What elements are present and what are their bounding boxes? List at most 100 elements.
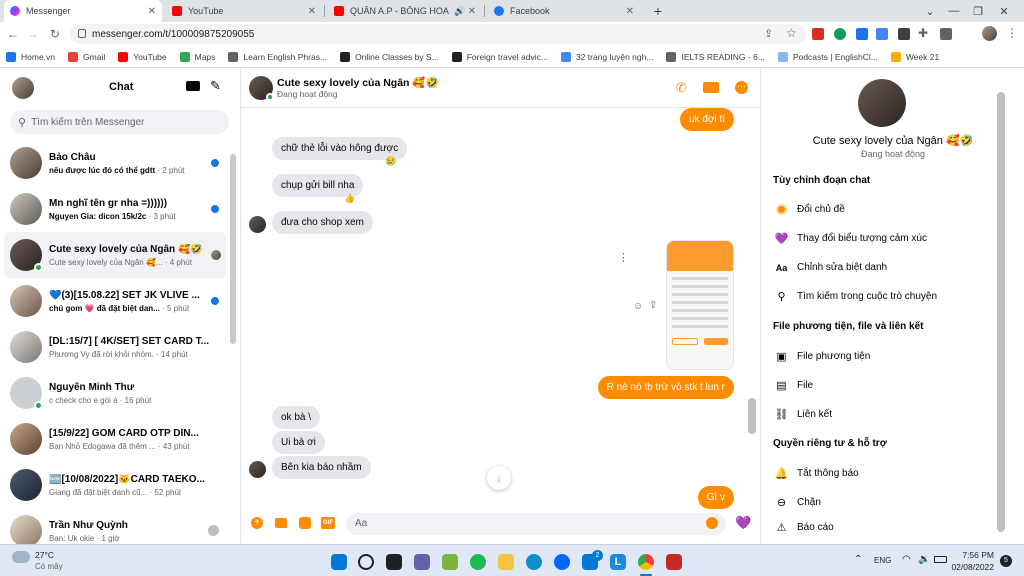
bookmark-item[interactable]: Foreign travel advic... — [451, 51, 548, 62]
message-incoming[interactable]: Bên kia báo nhầm — [272, 456, 371, 479]
conversation-item[interactable]: 🆕[10/08/2022]🐱CARD TAEKO... Giang đã đặt… — [4, 462, 226, 508]
start-icon[interactable] — [331, 554, 347, 570]
files-item[interactable]: ▤ File — [775, 379, 813, 392]
weather-cloud-icon[interactable] — [12, 551, 30, 563]
clock-time[interactable]: 7:56 PM — [950, 550, 994, 560]
tab-messenger[interactable]: Messenger ✕ — [4, 0, 162, 22]
conversation-item[interactable]: Bảo Châu nếu được lúc đó có thể gdtt · 2… — [4, 140, 226, 186]
react-icon[interactable]: ☺ — [633, 301, 643, 312]
clock-date[interactable]: 02/08/2022 — [946, 562, 994, 572]
profile-avatar[interactable] — [982, 26, 997, 41]
chrome-icon[interactable] — [638, 554, 654, 570]
report-item[interactable]: ⚠ Báo cáo — [775, 521, 834, 534]
bookmark-item[interactable]: 32 trang luyện ngh... — [560, 51, 653, 62]
file-explorer-icon[interactable] — [498, 554, 514, 570]
message-incoming[interactable]: ok bà \ — [272, 406, 321, 429]
scroll-down-button[interactable]: ↓ — [487, 466, 511, 490]
extension-icon[interactable] — [856, 28, 868, 40]
close-window-button[interactable]: ✕ — [994, 2, 1014, 20]
minimize-button[interactable]: — — [944, 2, 964, 20]
message-reaction[interactable]: 😢 — [385, 156, 396, 167]
block-item[interactable]: ⊖ Chặn — [775, 496, 821, 509]
tab-search-icon[interactable]: ⌄ — [920, 2, 940, 20]
forward-button[interactable]: → — [24, 25, 42, 43]
reload-button[interactable]: ↻ — [46, 25, 64, 43]
puzzle-icon[interactable]: ✚ — [918, 26, 928, 40]
l-app-icon[interactable]: L — [610, 554, 626, 570]
extension-icon[interactable] — [812, 28, 824, 40]
language-indicator[interactable]: ENG — [874, 556, 891, 565]
bookmark-item[interactable]: Online Classes by S... — [340, 51, 439, 62]
search-input[interactable]: ⚲ Tìm kiếm trên Messenger — [10, 110, 229, 134]
weather-desc[interactable]: Có mây — [35, 562, 63, 571]
video-call-icon[interactable] — [186, 81, 200, 91]
tab-music[interactable]: QUÂN A.P - BÔNG HOA ĐẸP 🔊 ✕ — [328, 0, 482, 22]
mute-item[interactable]: 🔔 Tắt thông báo — [775, 467, 859, 480]
compose-icon[interactable]: ✎ — [210, 78, 221, 94]
purple-heart-icon[interactable]: 💜 — [735, 515, 751, 531]
forward-icon[interactable]: ⇪ — [649, 300, 657, 311]
zalo-icon[interactable] — [554, 554, 570, 570]
speaker-icon[interactable]: 🔉 — [918, 554, 930, 565]
bookmark-item[interactable]: Gmail — [68, 51, 105, 62]
app-icon[interactable] — [666, 554, 682, 570]
message-options-icon[interactable]: ⋮ — [618, 251, 634, 264]
conversation-item[interactable]: [DL:15/7] [ 4K/SET] SET CARD T... Phương… — [4, 324, 226, 370]
address-bar[interactable]: messenger.com/t/100009875209055 — [70, 24, 806, 44]
back-button[interactable]: ← — [4, 25, 22, 43]
app-icon[interactable] — [442, 554, 458, 570]
bookmark-item[interactable]: Podcasts | EnglishCl... — [777, 51, 878, 62]
photo-icon[interactable] — [275, 518, 287, 528]
conversation-item[interactable]: Mn nghĩ tên gr nha =)))))) Nguyen Gia: d… — [4, 186, 226, 232]
bookmark-item[interactable]: YouTube — [118, 51, 167, 62]
change-emoji-item[interactable]: 💜 Thay đổi biểu tượng cảm xúc — [775, 232, 927, 245]
extension-icon[interactable] — [876, 28, 888, 40]
section-customize-chat[interactable]: Tùy chỉnh đoạn chat⌄ — [773, 175, 1007, 186]
extension-icon[interactable] — [834, 28, 846, 40]
edge-icon[interactable] — [526, 554, 542, 570]
links-item[interactable]: ⛓ Liên kết — [775, 408, 833, 421]
sticker-icon[interactable] — [299, 517, 311, 529]
close-tab-icon[interactable]: ✕ — [468, 6, 476, 17]
maximize-button[interactable]: ❐ — [968, 2, 988, 20]
bookmark-item[interactable]: Learn English Phras... — [228, 51, 327, 62]
weather-temp[interactable]: 27°C — [35, 550, 54, 560]
bookmark-star-icon[interactable]: ☆ — [786, 26, 797, 40]
image-attachment[interactable] — [666, 240, 734, 370]
task-view-icon[interactable] — [386, 554, 402, 570]
chevron-up-icon[interactable]: ⌃ — [854, 554, 862, 565]
notification-center-badge[interactable]: 5 — [1000, 555, 1012, 567]
chat-name[interactable]: Cute sexy lovely của Ngân 🥰🤣 — [277, 76, 439, 89]
tab-youtube[interactable]: YouTube ✕ — [166, 0, 322, 22]
more-info-icon[interactable]: ⋯ — [735, 81, 748, 94]
new-tab-button[interactable]: + — [648, 2, 668, 20]
spotify-icon[interactable] — [470, 554, 486, 570]
extension-icon[interactable] — [898, 28, 910, 40]
media-item[interactable]: ▣ File phương tiện — [775, 350, 870, 363]
my-avatar[interactable] — [12, 77, 34, 99]
edit-nicknames-item[interactable]: Aa Chỉnh sửa biệt danh — [775, 261, 887, 274]
conversation-item[interactable]: 💙(3)[15.08.22] SET JK VLIVE ... chủ gom … — [4, 278, 226, 324]
more-actions-icon[interactable]: + — [251, 517, 263, 529]
share-icon[interactable]: ⇪ — [764, 27, 773, 40]
video-icon[interactable] — [703, 82, 719, 93]
message-incoming[interactable]: đưa cho shop xem — [272, 211, 373, 234]
profile-avatar[interactable] — [858, 79, 906, 127]
message-incoming[interactable]: Ui bà ơi — [272, 431, 325, 454]
wifi-icon[interactable]: ◠ — [902, 554, 911, 565]
conversation-item-selected[interactable]: Cute sexy lovely của Ngân 🥰🤣 Cute sexy l… — [4, 232, 226, 278]
bookmark-item[interactable]: IELTS READING - 6... — [666, 51, 765, 62]
search-icon[interactable] — [358, 554, 374, 570]
search-conversation-item[interactable]: ⚲ Tìm kiếm trong cuộc trò chuyện — [775, 290, 937, 303]
speaker-icon[interactable]: 🔊 — [454, 6, 465, 17]
change-theme-item[interactable]: Đổi chủ đề — [775, 203, 845, 216]
sidebar-icon[interactable] — [940, 28, 952, 40]
section-privacy-support[interactable]: Quyền riêng tư & hỗ trợ⌄ — [773, 438, 1007, 449]
phone-icon[interactable]: ✆ — [676, 80, 687, 96]
gif-icon[interactable]: GIF — [321, 517, 335, 529]
emoji-icon[interactable] — [706, 517, 718, 529]
tab-facebook[interactable]: Facebook ✕ — [488, 0, 640, 22]
message-outgoing[interactable]: R nè nó tb trừ vô stk t lun r — [597, 376, 734, 399]
bookmark-item[interactable]: Maps — [179, 51, 215, 62]
message-input[interactable]: Aa — [346, 513, 726, 535]
